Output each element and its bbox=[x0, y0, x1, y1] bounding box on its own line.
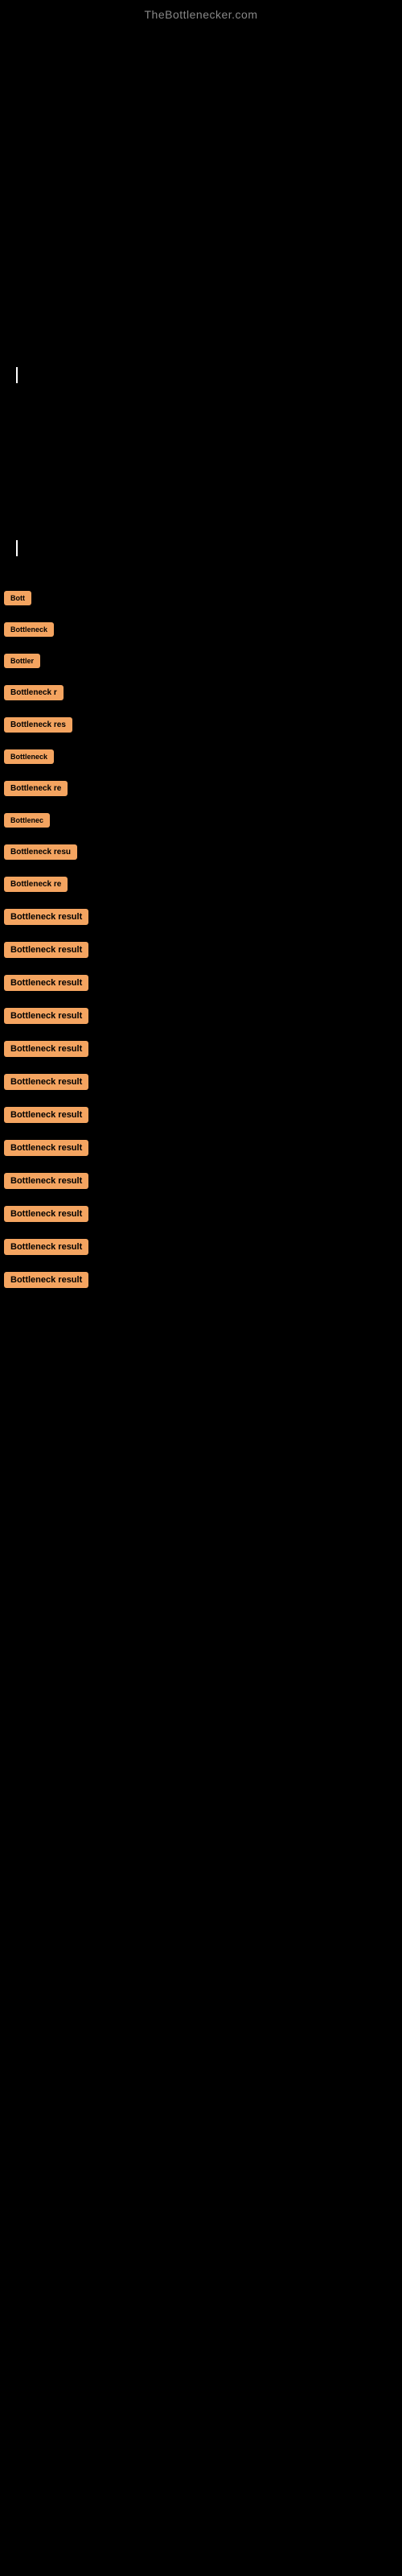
bottleneck-row-16: Bottleneck result bbox=[0, 1067, 402, 1100]
bottleneck-row-3: Bottler bbox=[0, 647, 402, 679]
bottleneck-badge-19[interactable]: Bottleneck result bbox=[4, 1173, 88, 1189]
bottleneck-row-8: Bottlenec bbox=[0, 807, 402, 838]
bottleneck-row-12: Bottleneck result bbox=[0, 935, 402, 968]
dark-spacer-1 bbox=[0, 403, 402, 524]
bottleneck-badge-11[interactable]: Bottleneck result bbox=[4, 909, 88, 925]
bottleneck-row-9: Bottleneck resu bbox=[0, 838, 402, 870]
bottleneck-row-4: Bottleneck r bbox=[0, 679, 402, 711]
bottleneck-row-6: Bottleneck bbox=[0, 743, 402, 774]
bottleneck-badge-16[interactable]: Bottleneck result bbox=[4, 1074, 88, 1090]
bottleneck-badge-17[interactable]: Bottleneck result bbox=[4, 1107, 88, 1123]
bottleneck-badge-22[interactable]: Bottleneck result bbox=[4, 1272, 88, 1288]
bottleneck-row-10: Bottleneck re bbox=[0, 870, 402, 902]
bottleneck-badge-9[interactable]: Bottleneck resu bbox=[4, 844, 77, 860]
bottleneck-row-2: Bottleneck bbox=[0, 616, 402, 647]
bottleneck-row-17: Bottleneck result bbox=[0, 1100, 402, 1133]
input-area-1[interactable] bbox=[0, 359, 402, 395]
bottleneck-row-5: Bottleneck res bbox=[0, 711, 402, 743]
bottleneck-row-21: Bottleneck result bbox=[0, 1232, 402, 1265]
bottleneck-badge-6[interactable]: Bottleneck bbox=[4, 749, 54, 764]
bottleneck-row-7: Bottleneck re bbox=[0, 774, 402, 807]
cursor-indicator-1 bbox=[16, 367, 18, 383]
bottleneck-badge-3[interactable]: Bottler bbox=[4, 654, 40, 668]
cursor-indicator-2 bbox=[16, 540, 18, 556]
bottleneck-row-14: Bottleneck result bbox=[0, 1001, 402, 1034]
bottleneck-badge-13[interactable]: Bottleneck result bbox=[4, 975, 88, 991]
bottleneck-badge-10[interactable]: Bottleneck re bbox=[4, 877, 68, 892]
bottleneck-badge-12[interactable]: Bottleneck result bbox=[4, 942, 88, 958]
bottleneck-badge-18[interactable]: Bottleneck result bbox=[4, 1140, 88, 1156]
site-title: TheBottlenecker.com bbox=[0, 0, 402, 29]
bottleneck-row-11: Bottleneck result bbox=[0, 902, 402, 935]
bottleneck-badge-14[interactable]: Bottleneck result bbox=[4, 1008, 88, 1024]
results-section: Bott Bottleneck Bottler Bottleneck r Bot… bbox=[0, 584, 402, 1298]
bottleneck-badge-7[interactable]: Bottleneck re bbox=[4, 781, 68, 796]
bottleneck-badge-4[interactable]: Bottleneck r bbox=[4, 685, 64, 700]
bottleneck-badge-8[interactable]: Bottlenec bbox=[4, 813, 50, 828]
input-area-2[interactable] bbox=[0, 532, 402, 568]
bottleneck-row-18: Bottleneck result bbox=[0, 1133, 402, 1166]
bottleneck-row-22: Bottleneck result bbox=[0, 1265, 402, 1298]
bottleneck-row-13: Bottleneck result bbox=[0, 968, 402, 1001]
bottleneck-badge-15[interactable]: Bottleneck result bbox=[4, 1041, 88, 1057]
bottleneck-row-1: Bott bbox=[0, 584, 402, 616]
bottleneck-row-15: Bottleneck result bbox=[0, 1034, 402, 1067]
chart-area bbox=[0, 29, 402, 351]
bottleneck-badge-21[interactable]: Bottleneck result bbox=[4, 1239, 88, 1255]
bottleneck-badge-5[interactable]: Bottleneck res bbox=[4, 717, 72, 733]
bottleneck-row-20: Bottleneck result bbox=[0, 1199, 402, 1232]
bottleneck-badge-2[interactable]: Bottleneck bbox=[4, 622, 54, 637]
bottleneck-badge-20[interactable]: Bottleneck result bbox=[4, 1206, 88, 1222]
bottleneck-badge-1[interactable]: Bott bbox=[4, 591, 31, 605]
bottleneck-row-19: Bottleneck result bbox=[0, 1166, 402, 1199]
